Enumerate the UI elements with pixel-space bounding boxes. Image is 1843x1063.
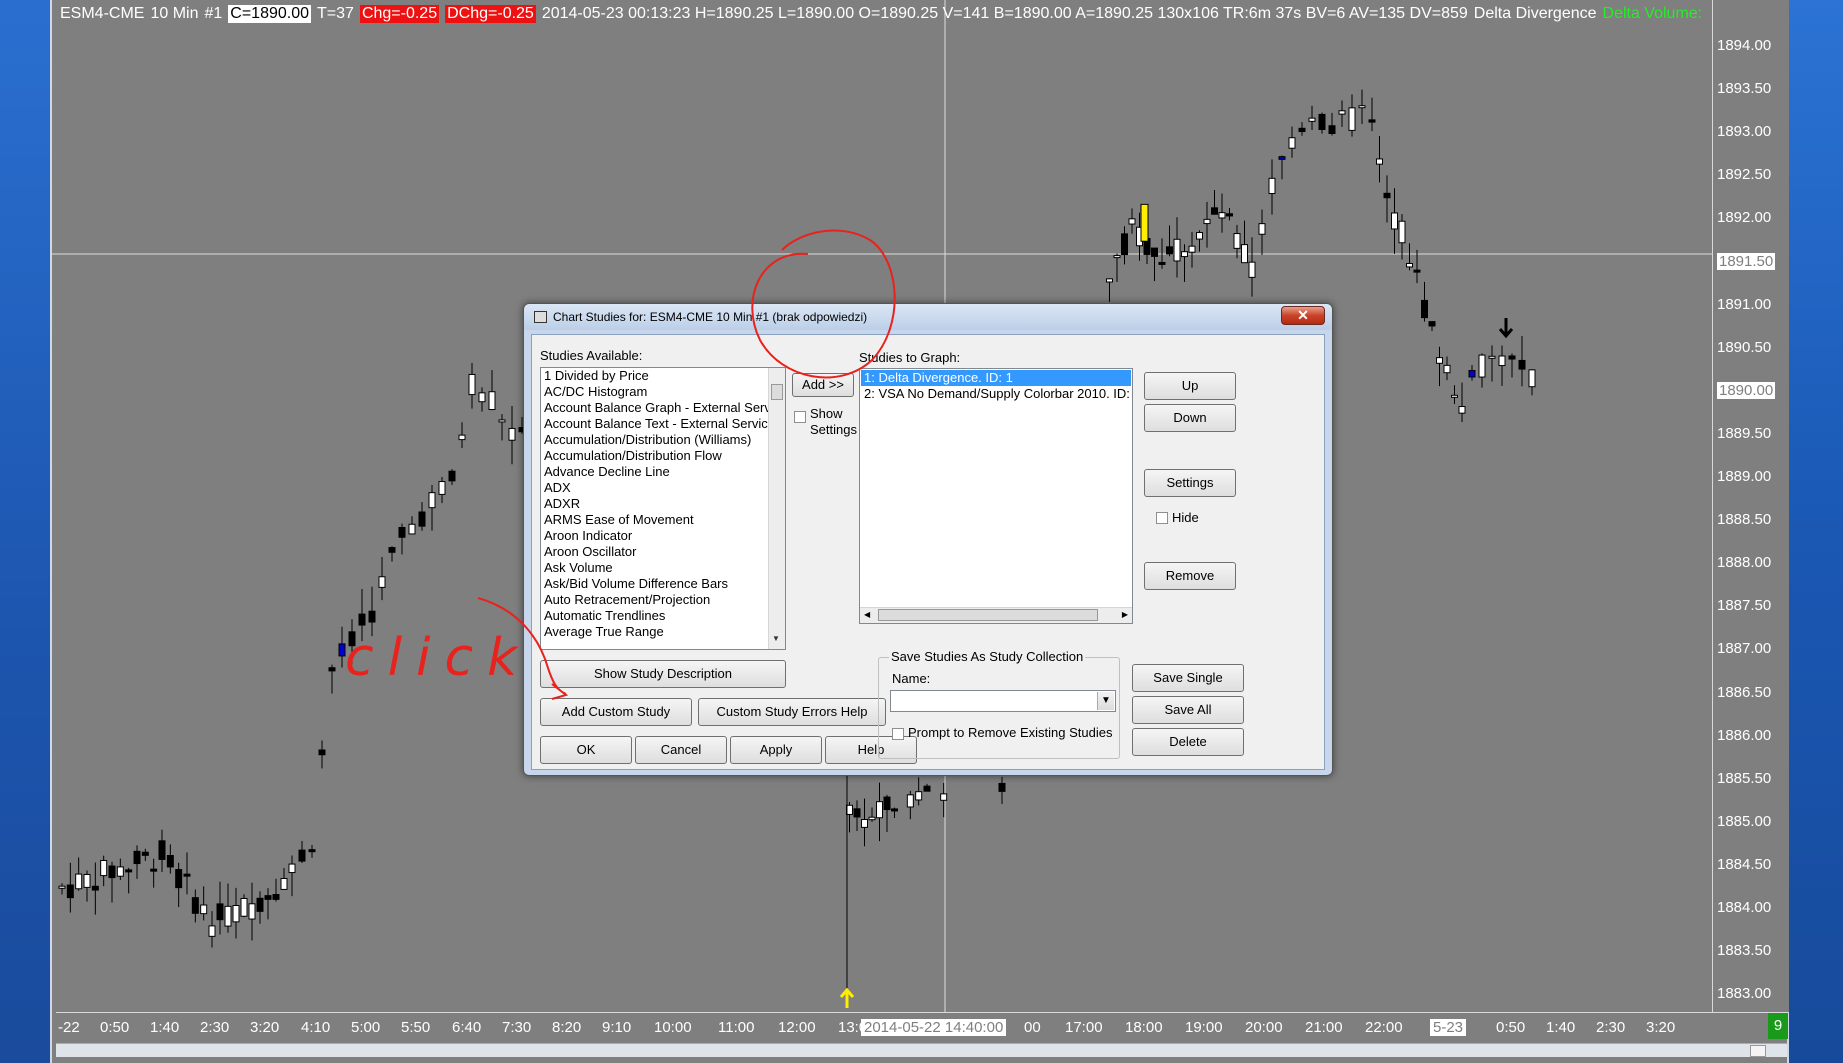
hand-annotation-layer: click	[345, 229, 896, 700]
annotation-circle	[751, 229, 896, 379]
annotation-click-text: click	[345, 628, 531, 688]
